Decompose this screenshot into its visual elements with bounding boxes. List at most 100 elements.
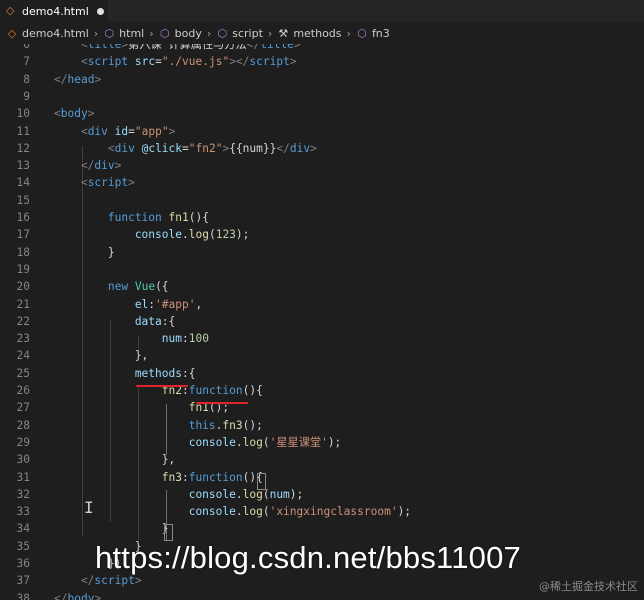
code-token: > bbox=[94, 591, 102, 600]
code-token: = bbox=[155, 55, 162, 69]
line-number: 21 bbox=[16, 297, 30, 311]
code-token: > bbox=[134, 574, 142, 588]
editor-window: ◇ demo4.html ◇ demo4.html › ⬡ html › ⬡ b… bbox=[0, 0, 644, 600]
code-line[interactable]: 6 <title>第六课 计算属性与方法</title> bbox=[0, 44, 644, 53]
line-number: 23 bbox=[16, 332, 30, 346]
code-token: . bbox=[235, 505, 243, 519]
code-token: </ bbox=[276, 141, 290, 155]
code-editor[interactable]: 6 <title>第六课 计算属性与方法</title> 7 <script sr… bbox=[0, 44, 644, 600]
code-line[interactable]: 12 <div @click="fn2">{{num}}</div> bbox=[0, 140, 644, 157]
breadcrumb-item-script[interactable]: ⬡ script bbox=[216, 27, 262, 40]
breadcrumb-item-methods[interactable]: ⚒ methods bbox=[277, 27, 341, 40]
code-line[interactable]: 23 num:100 bbox=[0, 330, 644, 347]
code-token: "fn2" bbox=[188, 141, 223, 155]
code-line[interactable]: 10 <body> bbox=[0, 105, 644, 122]
code-line[interactable]: 20 new Vue({ bbox=[0, 278, 644, 295]
line-number: 17 bbox=[16, 228, 30, 242]
code-line[interactable]: 24 }, bbox=[0, 347, 644, 364]
code-token: > bbox=[87, 107, 95, 121]
code-token: "app" bbox=[134, 124, 169, 138]
code-line[interactable]: 34 } bbox=[0, 520, 644, 537]
code-token: < bbox=[54, 44, 88, 51]
bracket-match-highlight bbox=[257, 473, 266, 490]
code-line[interactable]: 11 <div id="app"> bbox=[0, 123, 644, 140]
code-line[interactable]: 18 } bbox=[0, 244, 644, 261]
line-number: 14 bbox=[16, 176, 30, 190]
code-line[interactable]: 22 data:{ bbox=[0, 313, 644, 330]
unsaved-dot-icon[interactable] bbox=[96, 7, 104, 15]
code-token: div bbox=[94, 159, 115, 173]
code-token: : bbox=[181, 470, 189, 484]
line-number: 11 bbox=[16, 124, 30, 138]
code-line[interactable]: 30 }, bbox=[0, 451, 644, 468]
html-file-icon: ◇ bbox=[7, 26, 17, 40]
breadcrumb-item-fn3[interactable]: ⬡ fn3 bbox=[356, 27, 390, 40]
code-token: div bbox=[87, 124, 108, 138]
breadcrumb-item-html[interactable]: ⬡ html bbox=[103, 27, 144, 40]
line-number: 34 bbox=[16, 522, 30, 536]
code-token: function bbox=[188, 470, 243, 484]
code-line[interactable]: 8 </head> bbox=[0, 71, 644, 88]
code-line[interactable]: 9 bbox=[0, 88, 644, 105]
breadcrumb: ◇ demo4.html › ⬡ html › ⬡ body › ⬡ scrip… bbox=[0, 22, 644, 44]
code-line[interactable]: 16 function fn1(){ bbox=[0, 209, 644, 226]
code-token: < bbox=[54, 124, 88, 138]
code-line[interactable]: 33 console.log('xingxingclassroom'); bbox=[0, 503, 644, 520]
code-token: > bbox=[168, 124, 176, 138]
code-token: '#app' bbox=[155, 297, 196, 311]
code-line[interactable]: 27 fn1(); bbox=[0, 399, 644, 416]
code-line[interactable]: 28 this.fn3(); bbox=[0, 417, 644, 434]
code-token: > bbox=[114, 159, 122, 173]
code-token: 第六课 计算属性与方法 bbox=[128, 44, 247, 51]
code-token: @click bbox=[141, 141, 183, 155]
code-token: function bbox=[188, 384, 243, 397]
code-text: <script> bbox=[54, 174, 135, 191]
code-token: ></ bbox=[229, 55, 250, 69]
line-number: 33 bbox=[16, 505, 30, 519]
code-line[interactable]: 17 console.log(123); bbox=[0, 226, 644, 243]
chevron-right-icon: › bbox=[267, 26, 273, 40]
annotation-underline bbox=[196, 402, 248, 404]
code-line[interactable]: 19 bbox=[0, 261, 644, 278]
code-line[interactable]: 25 methods:{ bbox=[0, 365, 644, 382]
code-text: <div @click="fn2">{{num}}</div> bbox=[54, 140, 317, 157]
breadcrumb-item-body[interactable]: ⬡ body bbox=[159, 27, 202, 40]
code-token: head bbox=[67, 72, 95, 86]
line-number: 9 bbox=[23, 89, 30, 103]
line-number: 12 bbox=[16, 141, 30, 155]
code-token: fn3 bbox=[54, 470, 182, 484]
code-token: body bbox=[67, 591, 95, 600]
line-number: 27 bbox=[16, 401, 30, 415]
code-text: </body> bbox=[54, 590, 101, 600]
code-line[interactable]: 31 fn3:function(){ bbox=[0, 469, 644, 486]
line-number: 15 bbox=[16, 193, 30, 207]
code-token: (); bbox=[242, 418, 263, 432]
code-line[interactable]: 7 <script src="./vue.js"></script> bbox=[0, 53, 644, 70]
code-token: . bbox=[235, 435, 243, 449]
tab-demo4-html[interactable]: ◇ demo4.html bbox=[0, 0, 108, 22]
code-line[interactable]: 29 console.log('星星课堂'); bbox=[0, 434, 644, 451]
code-token: , bbox=[195, 297, 203, 311]
code-line[interactable]: 21 el:'#app', bbox=[0, 296, 644, 313]
code-text: </head> bbox=[54, 71, 101, 88]
breadcrumb-item-file[interactable]: ◇ demo4.html bbox=[0, 27, 89, 40]
code-line[interactable]: 14 <script> bbox=[0, 174, 644, 191]
code-line[interactable]: 15 bbox=[0, 192, 644, 209]
code-token: < bbox=[54, 141, 115, 155]
code-text: this.fn3(); bbox=[54, 417, 263, 434]
code-line[interactable]: 32 console.log(num); bbox=[0, 486, 644, 503]
code-text: <body> bbox=[54, 105, 94, 122]
code-text: new Vue({ bbox=[54, 278, 169, 295]
line-number: 26 bbox=[16, 384, 30, 397]
code-token: fn1 bbox=[168, 211, 189, 224]
code-token: div bbox=[289, 141, 311, 155]
code-line[interactable]: 26 fn2:function(){ bbox=[0, 382, 644, 399]
code-token: </ bbox=[54, 72, 68, 86]
watermark-url: https://blog.csdn.net/bbs11007 bbox=[95, 540, 521, 575]
code-token: < bbox=[54, 55, 88, 69]
code-token: id bbox=[114, 124, 129, 138]
code-token: }, bbox=[54, 349, 149, 363]
chevron-right-icon: › bbox=[93, 26, 99, 40]
code-line[interactable]: 13 </div> bbox=[0, 157, 644, 174]
